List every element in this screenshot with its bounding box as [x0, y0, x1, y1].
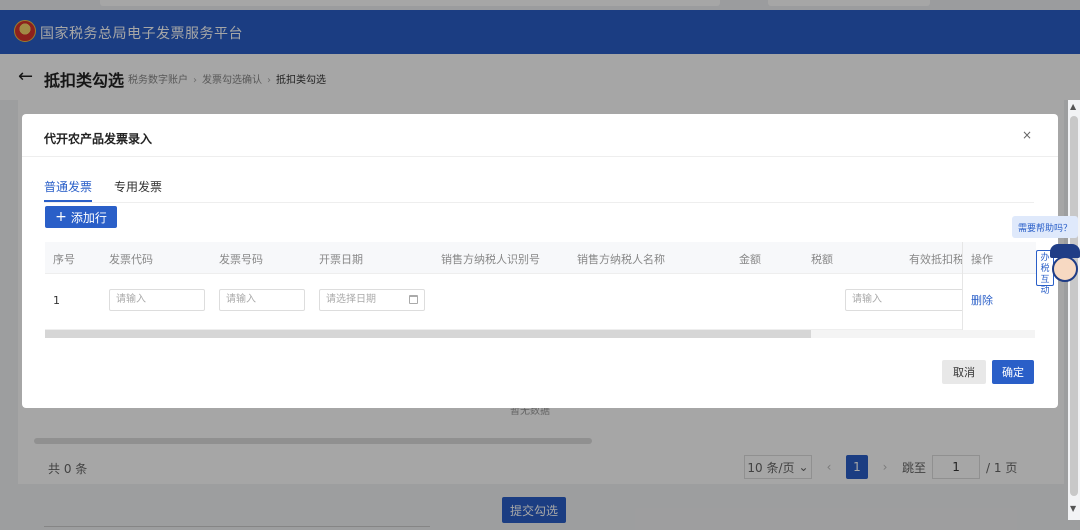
- scroll-up-icon[interactable]: ▲: [1070, 102, 1076, 111]
- column-header: 税额: [811, 253, 833, 266]
- cancel-button[interactable]: 取消: [942, 360, 986, 384]
- dialog-divider: [22, 156, 1058, 157]
- tab-ordinary-invoice[interactable]: 普通发票: [44, 178, 93, 202]
- scroll-down-icon[interactable]: ▼: [1070, 504, 1076, 513]
- dialog-title: 代开农产品发票录入: [44, 132, 153, 146]
- column-header: 金额: [739, 253, 761, 266]
- invoice-code-input[interactable]: 请输入: [109, 289, 205, 311]
- column-header: 操作: [971, 253, 993, 266]
- help-bubble[interactable]: 需要帮助吗？: [1012, 216, 1078, 238]
- tabs-divider: [44, 202, 1034, 203]
- assistant-mascot[interactable]: 办税互动: [1036, 244, 1080, 296]
- operation-header: 操作: [963, 242, 1036, 274]
- column-header: 发票代码: [109, 253, 153, 266]
- close-icon[interactable]: ×: [1022, 128, 1032, 142]
- operation-column: 操作 删除: [962, 242, 1036, 330]
- scrollbar-thumb[interactable]: [1070, 116, 1078, 496]
- mascot-face-icon: [1052, 256, 1078, 282]
- deduct-tax-input[interactable]: 请输入: [845, 289, 965, 311]
- invoice-type-tabs: 普通发票 专用发票: [44, 178, 162, 202]
- add-row-label: 添加行: [70, 210, 107, 225]
- column-header: 销售方纳税人名称: [577, 253, 665, 266]
- add-row-button[interactable]: + 添加行: [45, 206, 117, 228]
- confirm-button[interactable]: 确定: [992, 360, 1034, 384]
- table-header: 序号 发票代码 发票号码 开票日期 销售方纳税人识别号 销售方纳税人名称 金额 …: [45, 242, 1035, 274]
- column-header: 序号: [53, 253, 75, 266]
- date-placeholder: 请选择日期: [326, 294, 376, 305]
- column-header: 发票号码: [219, 253, 263, 266]
- invoice-number-input[interactable]: 请输入: [219, 289, 305, 311]
- table-row: 1 请输入 请输入 请选择日期 请输入: [45, 274, 1035, 330]
- calendar-icon: [409, 295, 418, 304]
- column-header: 销售方纳税人识别号: [441, 253, 540, 266]
- table-horizontal-scrollbar[interactable]: [45, 330, 1035, 338]
- row-index: 1: [53, 294, 60, 307]
- invoice-date-picker[interactable]: 请选择日期: [319, 289, 425, 311]
- column-header: 开票日期: [319, 253, 363, 266]
- scrollbar-thumb[interactable]: [45, 330, 811, 338]
- invoice-entry-dialog: 代开农产品发票录入 × 普通发票 专用发票 + 添加行 序号 发票代码 发票号码…: [22, 114, 1058, 408]
- tab-special-invoice[interactable]: 专用发票: [114, 178, 162, 202]
- plus-icon: +: [55, 209, 67, 225]
- delete-row-link[interactable]: 删除: [971, 292, 993, 308]
- vertical-scrollbar[interactable]: ▲ ▼: [1068, 100, 1080, 520]
